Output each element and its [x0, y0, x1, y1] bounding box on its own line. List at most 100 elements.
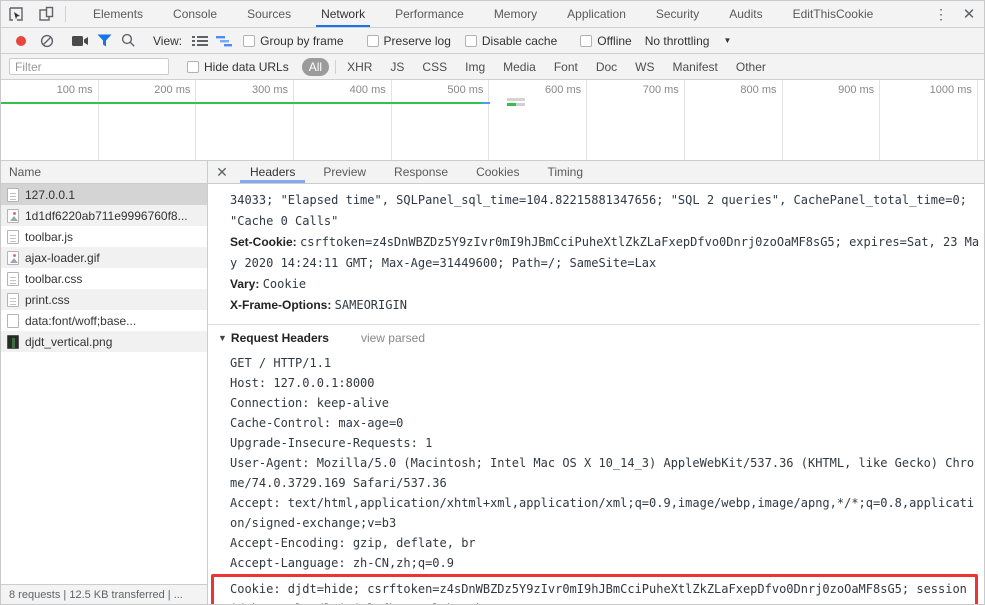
response-header-line: Set-Cookie: csrftoken=z4sDnWBZDz5Y9zIvr0… — [230, 232, 980, 274]
request-details-panel: ✕ Headers Preview Response Cookies Timing 34… — [208, 161, 984, 604]
toolbar-divider — [65, 6, 66, 22]
filter-type-js[interactable]: JS — [390, 60, 404, 74]
tab-security[interactable]: Security — [641, 1, 714, 27]
filter-type-list: XHR JS CSS Img Media Font Doc WS Manifest Other — [338, 60, 775, 74]
document-icon — [7, 187, 19, 202]
section-divider — [208, 324, 980, 325]
headers-content[interactable]: 34033; "Elapsed time", SQLPanel_sql_time… — [208, 184, 984, 604]
request-name: toolbar.css — [25, 271, 83, 286]
details-tabs: Headers Preview Response Cookies Timing — [236, 161, 597, 183]
group-by-frame-label: Group by frame — [260, 33, 344, 48]
offline-label: Offline — [597, 33, 632, 48]
device-toolbar-glyph — [39, 6, 54, 21]
filter-type-manifest[interactable]: Manifest — [673, 60, 718, 74]
document-icon — [7, 292, 19, 307]
filter-type-other[interactable]: Other — [736, 60, 766, 74]
checkbox[interactable] — [464, 34, 477, 47]
details-tab-cookies[interactable]: Cookies — [462, 161, 533, 183]
chevron-down-icon: ▼ — [723, 36, 732, 45]
preserve-log-label: Preserve log — [383, 33, 451, 48]
checkbox[interactable] — [366, 34, 379, 47]
tab-console[interactable]: Console — [158, 1, 232, 27]
overview-request-bar — [507, 98, 525, 101]
record-button[interactable] — [16, 35, 26, 46]
request-headers-section-header[interactable]: ▼ Request Headers view parsed — [218, 331, 980, 345]
tab-editthiscookie[interactable]: EditThisCookie — [778, 1, 889, 27]
details-tab-preview[interactable]: Preview — [309, 161, 380, 183]
raw-request-header-line: Accept-Language: zh-CN,zh;q=0.9 — [230, 556, 454, 570]
table-row[interactable]: data:font/woff;base... — [1, 310, 207, 331]
waterfall-view-icon[interactable] — [212, 30, 236, 52]
tab-audits[interactable]: Audits — [714, 1, 777, 27]
details-tab-response[interactable]: Response — [380, 161, 462, 183]
search-icon[interactable] — [116, 30, 140, 52]
close-details-icon[interactable]: ✕ — [208, 161, 236, 183]
table-row[interactable]: ajax-loader.gif — [1, 247, 207, 268]
table-row[interactable]: 1d1df6220ab711e9996760f8... — [1, 205, 207, 226]
table-row[interactable]: toolbar.css — [1, 268, 207, 289]
filter-type-img[interactable]: Img — [465, 60, 485, 74]
table-row[interactable]: print.css — [1, 289, 207, 310]
table-row[interactable]: djdt_vertical.png — [1, 331, 207, 352]
capture-screenshots-icon[interactable] — [68, 30, 92, 52]
filter-type-all[interactable]: All — [301, 57, 330, 76]
group-by-frame-checkbox[interactable]: Group by frame — [243, 33, 344, 48]
filter-glyph — [97, 34, 111, 47]
header-value: SAMEORIGIN — [334, 298, 407, 312]
filter-icon[interactable] — [92, 30, 116, 52]
filter-type-media[interactable]: Media — [503, 60, 536, 74]
filter-type-font[interactable]: Font — [554, 60, 578, 74]
image-icon — [7, 250, 19, 265]
cookie-highlight-box: Cookie: djdt=hide; csrftoken=z4sDnWBZDz5… — [211, 574, 978, 604]
device-toolbar-icon[interactable] — [31, 1, 61, 27]
tab-elements[interactable]: Elements — [78, 1, 158, 27]
name-column-header[interactable]: Name — [1, 161, 207, 184]
filter-type-ws[interactable]: WS — [635, 60, 654, 74]
close-devtools-icon[interactable]: ✕ — [954, 5, 984, 23]
name-column-label: Name — [9, 165, 42, 179]
small-rows-view-icon[interactable] — [188, 30, 212, 52]
tab-network[interactable]: Network — [306, 1, 380, 27]
checkbox[interactable] — [187, 60, 199, 73]
view-parsed-link[interactable]: view parsed — [361, 331, 425, 345]
disable-cache-checkbox[interactable]: Disable cache — [464, 34, 557, 48]
details-tab-headers[interactable]: Headers — [236, 161, 309, 183]
request-list-panel: Name 127.0.0.1 1d1df6220ab711e9996760f8..… — [1, 161, 208, 604]
raw-request-headers: GET / HTTP/1.1 Host: 127.0.0.1:8000 Connec… — [230, 353, 980, 573]
filter-type-css[interactable]: CSS — [422, 60, 447, 74]
tab-sources[interactable]: Sources — [232, 1, 306, 27]
filter-type-doc[interactable]: Doc — [596, 60, 617, 74]
details-tab-timing[interactable]: Timing — [533, 161, 597, 183]
checkbox[interactable] — [243, 34, 256, 47]
overview-domcontent-marker — [482, 102, 490, 104]
clear-icon[interactable] — [35, 30, 59, 52]
table-row[interactable]: toolbar.js — [1, 226, 207, 247]
timeline-tick: 200 ms — [99, 80, 197, 160]
preserve-log-checkbox[interactable]: Preserve log — [366, 33, 451, 48]
inspect-element-icon[interactable] — [1, 1, 31, 27]
header-name: Set-Cookie: — [230, 235, 301, 249]
filter-type-xhr[interactable]: XHR — [347, 60, 372, 74]
overview-request-bar — [507, 103, 525, 106]
table-row[interactable]: 127.0.0.1 — [1, 184, 207, 205]
tab-performance[interactable]: Performance — [380, 1, 479, 27]
filter-divider — [335, 59, 337, 74]
network-overview[interactable]: 100 ms 200 ms 300 ms 400 ms 500 ms 600 ms 700 … — [1, 80, 984, 161]
filter-input[interactable] — [9, 58, 169, 75]
raw-request-header-line: Host: 127.0.0.1:8000 — [230, 376, 375, 390]
request-name: print.css — [25, 292, 70, 307]
throttling-dropdown[interactable]: No throttling ▼ — [645, 34, 732, 48]
checkbox[interactable] — [580, 34, 593, 47]
raw-request-header-line: Cache-Control: max-age=0 — [230, 416, 404, 430]
tab-memory[interactable]: Memory — [479, 1, 552, 27]
more-options-icon[interactable]: ⋮ — [928, 6, 954, 23]
overview-load-line — [1, 102, 482, 104]
hide-data-urls-checkbox[interactable]: Hide data URLs — [187, 60, 289, 74]
timeline-ruler: 100 ms 200 ms 300 ms 400 ms 500 ms 600 ms 700 … — [1, 80, 984, 160]
network-toolbar: View: Group by frame Preserve log Disabl… — [1, 28, 984, 54]
network-status-bar: 8 requests | 12.5 KB transferred | ... — [1, 584, 207, 604]
image-thumbnail-icon — [7, 334, 19, 349]
tab-application[interactable]: Application — [552, 1, 641, 27]
triangle-down-icon[interactable]: ▼ — [218, 333, 227, 343]
offline-checkbox[interactable]: Offline — [580, 33, 632, 48]
